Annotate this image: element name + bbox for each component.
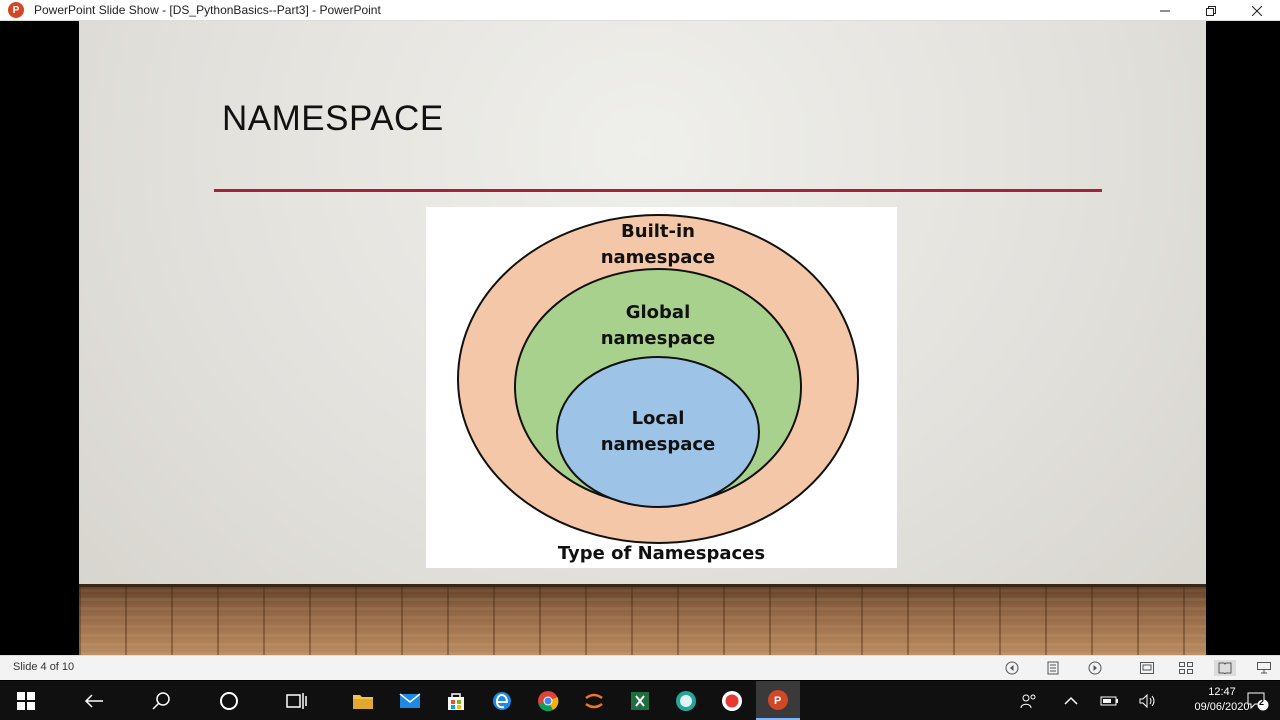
- chrome-icon: [538, 690, 559, 711]
- namespace-diagram: Built-in namespace Global namespace Loca…: [426, 207, 897, 568]
- windows-taskbar: P 12:47 09/06/2020 2: [0, 681, 1280, 720]
- volume-button[interactable]: [1138, 681, 1158, 720]
- app-icon: [676, 690, 696, 711]
- notifications-icon: [1247, 692, 1269, 710]
- minimize-icon: [1160, 10, 1170, 11]
- slide[interactable]: NAMESPACE Built-in namespace Global name…: [79, 21, 1206, 655]
- file-explorer-button[interactable]: [341, 681, 385, 720]
- show-hidden-icons-button[interactable]: [1064, 681, 1078, 720]
- slideshow-icon: [1257, 662, 1271, 674]
- task-view-icon: [286, 692, 307, 709]
- slide-title: NAMESPACE: [222, 99, 444, 138]
- previous-slide-button[interactable]: [1003, 660, 1021, 676]
- global-label-line1: Global: [625, 302, 691, 323]
- svg-text:P: P: [774, 695, 781, 707]
- store-icon: [448, 692, 464, 710]
- jupyter-button[interactable]: [572, 681, 616, 720]
- window-title: PowerPoint Slide Show - [DS_PythonBasics…: [34, 3, 381, 17]
- builtin-label-line1: Built-in: [621, 221, 695, 242]
- restore-button[interactable]: [1188, 0, 1234, 21]
- close-icon: [1252, 5, 1262, 16]
- cortana-button[interactable]: [207, 681, 251, 720]
- slide-sorter-icon: [1179, 662, 1193, 674]
- next-slide-button[interactable]: [1086, 660, 1104, 676]
- floor-edge: [79, 584, 1206, 587]
- back-button[interactable]: [72, 681, 116, 720]
- menu-icon: [1047, 661, 1059, 675]
- close-button[interactable]: [1234, 0, 1280, 21]
- powerpoint-taskbar-button[interactable]: P: [756, 681, 800, 720]
- reading-view-icon: [1218, 662, 1232, 674]
- battery-button[interactable]: [1100, 681, 1120, 720]
- local-namespace-label: Local namespace: [558, 406, 758, 458]
- mail-button[interactable]: [388, 681, 432, 720]
- next-icon: [1088, 661, 1102, 675]
- global-namespace-label: Global namespace: [558, 300, 758, 352]
- slide-counter: Slide 4 of 10: [13, 661, 75, 673]
- record-button[interactable]: [710, 681, 754, 720]
- people-icon: [1020, 694, 1036, 708]
- task-view-button[interactable]: [275, 681, 319, 720]
- clock-date: 09/06/2020: [1194, 701, 1250, 713]
- powerpoint-app-icon: P: [8, 2, 24, 18]
- slideshow-menu-button[interactable]: [1044, 660, 1062, 676]
- powerpoint-icon: P: [768, 689, 788, 710]
- wooden-floor-decoration: [79, 584, 1206, 655]
- slideshow-stage[interactable]: NAMESPACE Built-in namespace Global name…: [0, 21, 1280, 655]
- local-label-line1: Local: [631, 408, 685, 429]
- notification-count: 2: [1259, 697, 1265, 707]
- back-icon: [84, 693, 103, 708]
- minimize-button[interactable]: [1142, 0, 1188, 21]
- taskbar-clock[interactable]: 12:47 09/06/2020: [1190, 685, 1254, 715]
- builtin-namespace-label: Built-in namespace: [558, 219, 758, 271]
- restore-icon: [1206, 5, 1216, 16]
- record-icon: [722, 690, 742, 711]
- store-button[interactable]: [434, 681, 478, 720]
- file-explorer-icon: [353, 694, 373, 709]
- builtin-label-line2: namespace: [600, 247, 716, 268]
- excel-button[interactable]: [618, 681, 662, 720]
- chrome-button[interactable]: [526, 681, 570, 720]
- app-button[interactable]: [664, 681, 708, 720]
- normal-view-button[interactable]: [1138, 660, 1156, 676]
- excel-icon: [631, 691, 649, 710]
- jupyter-icon: [585, 693, 603, 708]
- window-titlebar: P PowerPoint Slide Show - [DS_PythonBasi…: [0, 0, 1280, 21]
- edge-icon: [493, 691, 511, 710]
- global-label-line2: namespace: [600, 328, 716, 349]
- action-center-button[interactable]: 2: [1247, 681, 1269, 720]
- mail-icon: [399, 692, 421, 708]
- slide-sorter-button[interactable]: [1177, 660, 1195, 676]
- diagram-caption: Type of Namespaces: [557, 543, 766, 564]
- slideshow-statusbar: Slide 4 of 10: [0, 655, 1280, 680]
- edge-button[interactable]: [480, 681, 524, 720]
- start-button[interactable]: [4, 681, 48, 720]
- reading-view-button[interactable]: [1214, 660, 1236, 676]
- previous-icon: [1005, 661, 1019, 675]
- title-divider: [214, 189, 1102, 192]
- battery-icon: [1100, 696, 1118, 705]
- local-label-line2: namespace: [600, 434, 716, 455]
- chevron-up-icon: [1064, 696, 1078, 705]
- normal-view-icon: [1140, 662, 1154, 674]
- volume-icon: [1139, 693, 1155, 708]
- search-icon: [152, 691, 170, 710]
- slideshow-view-button[interactable]: [1255, 660, 1273, 676]
- cortana-icon: [220, 691, 238, 710]
- search-button[interactable]: [139, 681, 183, 720]
- people-button[interactable]: [1020, 681, 1038, 720]
- clock-time: 12:47: [1208, 686, 1236, 698]
- window-controls: [1142, 0, 1280, 21]
- windows-start-icon: [17, 691, 35, 710]
